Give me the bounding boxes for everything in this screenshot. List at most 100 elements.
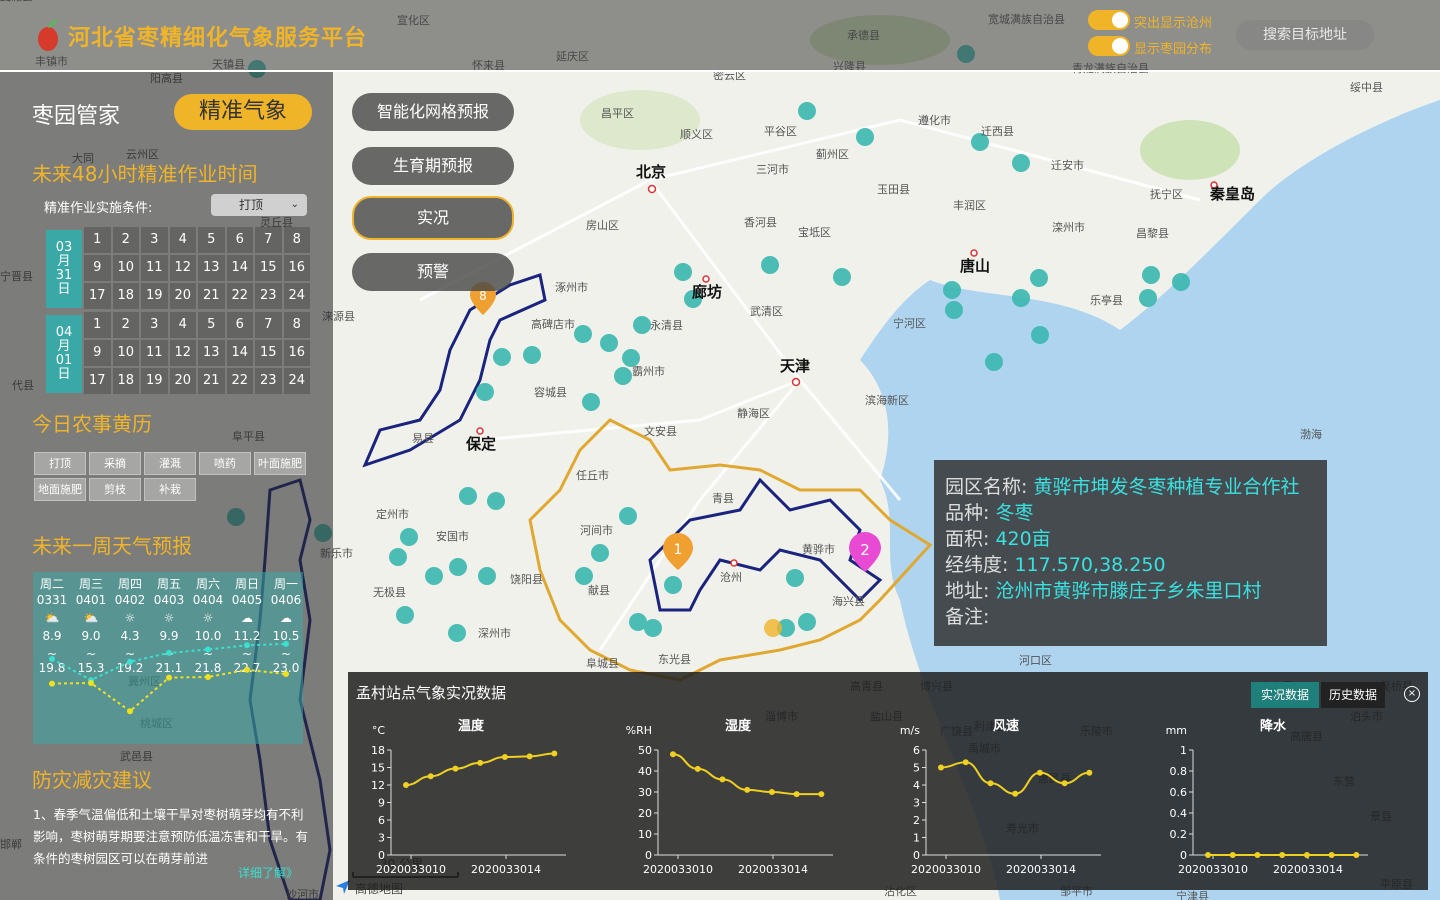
hour-cell: 23 bbox=[255, 368, 282, 394]
farm-tag[interactable]: 剪枝 bbox=[89, 478, 141, 501]
map-label: 河间市 bbox=[580, 523, 613, 537]
map-label: 容城县 bbox=[534, 385, 567, 399]
map-label: 沧州 bbox=[720, 570, 742, 584]
x-tick-label: 2020033014 bbox=[1006, 863, 1076, 876]
highlight-cangzhou-label: 突出显示沧州 bbox=[1134, 16, 1213, 31]
hour-cell: 20 bbox=[169, 368, 196, 394]
y-tick-label: 6 bbox=[378, 814, 385, 827]
map-label: 深州市 bbox=[478, 626, 511, 640]
show-orchards-toggle[interactable] bbox=[1088, 36, 1130, 56]
data-point bbox=[670, 751, 676, 758]
week-temp-point bbox=[205, 646, 211, 653]
data-point bbox=[962, 759, 969, 766]
series-line bbox=[940, 761, 1090, 795]
date-1-text: 03 月 31 日 bbox=[55, 240, 73, 297]
left-panel: 枣园管家 精准气象 未来48小时精准作业时间 精准作业实施条件: 打顶 ⌄ 03… bbox=[0, 72, 333, 900]
data-point bbox=[452, 765, 459, 772]
data-point bbox=[1012, 790, 1019, 797]
live-button[interactable]: 实况 bbox=[352, 196, 514, 240]
hour-cell: 16 bbox=[283, 255, 310, 281]
popup-variety-row: 品种: 冬枣 bbox=[945, 500, 1327, 526]
chart-unit: mm bbox=[1166, 724, 1187, 737]
data-point bbox=[744, 786, 751, 793]
highlight-cangzhou-toggle[interactable] bbox=[1088, 10, 1130, 30]
hour-cell: 12 bbox=[169, 255, 196, 281]
y-tick-label: 9 bbox=[378, 797, 385, 810]
hour-cell: 9 bbox=[84, 255, 111, 281]
farm-tag[interactable]: 采摘 bbox=[89, 452, 141, 475]
map-label: 香河县 bbox=[744, 216, 777, 229]
more-link[interactable]: 详细了解》 bbox=[238, 864, 298, 881]
orchard-manager-title[interactable]: 枣园管家 bbox=[32, 98, 120, 130]
farm-tag[interactable]: 补栽 bbox=[144, 478, 196, 501]
condition-select[interactable]: 打顶 ⌄ bbox=[211, 194, 307, 216]
chart-2: m/s 风速 0 1 2 3 4 5 6 2020033010 2020033014 bbox=[900, 718, 1101, 876]
map-label: 丰润区 bbox=[953, 198, 986, 212]
map-label: 三河市 bbox=[756, 162, 789, 176]
hour-cell: 2 bbox=[112, 312, 139, 338]
y-tick-label: 30 bbox=[638, 786, 652, 799]
popup-name-row: 园区名称: 黄骅市坤发冬枣种植专业合作社 bbox=[945, 474, 1327, 500]
map-label: 文安县 bbox=[644, 424, 677, 438]
data-point bbox=[1205, 852, 1211, 858]
x-tick-label: 2020033010 bbox=[376, 863, 446, 876]
hour-cell: 20 bbox=[169, 283, 196, 309]
popup-name-label: 园区名称: bbox=[945, 476, 1034, 498]
jujube-logo-icon bbox=[38, 19, 58, 51]
precise-weather-button[interactable]: 精准气象 bbox=[174, 94, 312, 130]
svg-text:8: 8 bbox=[479, 289, 487, 303]
map-label: 黄骅市 bbox=[802, 542, 835, 556]
map-label: 安国市 bbox=[436, 529, 469, 543]
map-label: 海兴县 bbox=[832, 594, 865, 608]
popup-variety-value: 冬枣 bbox=[995, 502, 1034, 524]
hour-cell: 5 bbox=[198, 227, 225, 253]
app-title: 河北省枣精细化气象服务平台 bbox=[68, 26, 368, 51]
farm-tag[interactable]: 叶面施肥 bbox=[254, 452, 306, 475]
week-temp-point bbox=[49, 655, 55, 662]
hour-cell: 7 bbox=[255, 312, 282, 338]
farm-tag[interactable]: 灌溉 bbox=[144, 452, 196, 475]
section-almanac-title: 今日农事黄历 bbox=[32, 412, 152, 436]
map-label: 宁河区 bbox=[893, 316, 926, 330]
farm-tag[interactable]: 喷药 bbox=[199, 452, 251, 475]
y-tick-label: 4 bbox=[913, 779, 920, 792]
hour-cell: 21 bbox=[198, 283, 225, 309]
map-label: 易县 bbox=[412, 432, 434, 445]
map-label: 东光县 bbox=[658, 652, 691, 666]
hour-cell: 10 bbox=[112, 340, 139, 366]
map-label: 遵化市 bbox=[918, 113, 951, 127]
map-label: 饶阳县 bbox=[510, 573, 543, 586]
y-tick-label: 40 bbox=[638, 765, 652, 778]
x-tick-label: 2020033010 bbox=[643, 863, 713, 876]
map-label: 渤海 bbox=[1300, 427, 1322, 441]
popup-coords-row: 经纬度: 117.570,38.250 bbox=[945, 552, 1327, 578]
hour-cell: 9 bbox=[84, 340, 111, 366]
section-week-title: 未来一周天气预报 bbox=[32, 534, 192, 558]
grid-forecast-button[interactable]: 智能化网格预报 bbox=[352, 93, 514, 131]
map-label: 平谷区 bbox=[764, 125, 797, 138]
hour-cell: 22 bbox=[226, 368, 253, 394]
map-label: 玉田县 bbox=[877, 183, 910, 196]
data-point bbox=[694, 765, 701, 772]
map-label: 任丘市 bbox=[576, 468, 609, 482]
hour-cell: 18 bbox=[112, 368, 139, 394]
x-tick-label: 2020033010 bbox=[1178, 863, 1248, 876]
hour-cell: 17 bbox=[84, 283, 111, 309]
section-advice-title: 防灾减灾建议 bbox=[32, 768, 152, 792]
map-label: 顺义区 bbox=[680, 128, 713, 141]
y-tick-label: 0 bbox=[913, 849, 920, 862]
hour-cell: 18 bbox=[112, 283, 139, 309]
hour-cell: 24 bbox=[283, 368, 310, 394]
map-label: 高碑店市 bbox=[531, 317, 575, 331]
farm-tag[interactable]: 地面施肥 bbox=[34, 478, 86, 501]
section-48h-title: 未来48小时精准作业时间 bbox=[32, 162, 258, 186]
growth-forecast-button[interactable]: 生育期预报 bbox=[352, 147, 514, 185]
farm-tag[interactable]: 打顶 bbox=[34, 452, 86, 475]
map-label: 绥中县 bbox=[1350, 81, 1383, 94]
search-input[interactable]: 搜索目标地址 bbox=[1236, 20, 1374, 50]
hour-cell: 14 bbox=[226, 340, 253, 366]
warning-button[interactable]: 预警 bbox=[352, 253, 514, 291]
data-point bbox=[551, 750, 558, 757]
map-label: 乐亭县 bbox=[1090, 293, 1123, 307]
y-tick-label: 0.4 bbox=[1170, 807, 1188, 820]
